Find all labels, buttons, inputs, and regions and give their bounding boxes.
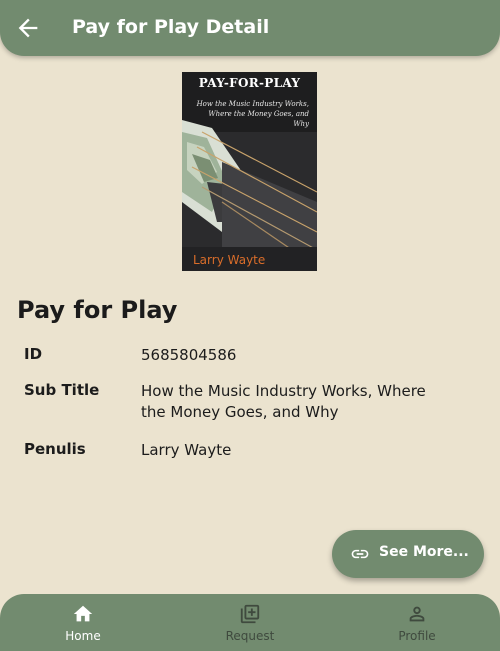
cover-title: PAY-FOR-PLAY bbox=[198, 76, 301, 90]
detail-value: How the Music Industry Works, Where the … bbox=[141, 382, 426, 421]
see-more-button[interactable]: See More... bbox=[332, 530, 484, 578]
detail-label: Penulis bbox=[24, 440, 86, 458]
link-icon bbox=[351, 549, 369, 559]
detail-value: Larry Wayte bbox=[141, 441, 232, 459]
home-icon bbox=[73, 605, 93, 622]
back-arrow-icon[interactable] bbox=[14, 14, 42, 42]
book-title: Pay for Play bbox=[17, 296, 178, 324]
see-more-label: See More... bbox=[379, 544, 469, 560]
cover-author: Larry Wayte bbox=[193, 253, 266, 267]
detail-label: ID bbox=[24, 345, 43, 363]
nav-label-request: Request bbox=[225, 629, 275, 643]
cover-subtitle: How the Music Industry Works, Where the … bbox=[196, 100, 309, 128]
nav-item-home[interactable]: Home bbox=[0, 594, 166, 651]
book-cover-image: PAY-FOR-PLAY How the Music Industry Work… bbox=[182, 72, 317, 271]
nav-item-request[interactable]: Request bbox=[167, 594, 333, 651]
nav-item-profile[interactable]: Profile bbox=[334, 594, 500, 651]
nav-label-profile: Profile bbox=[398, 629, 436, 643]
page-title: Pay for Play Detail bbox=[72, 16, 270, 38]
add-box-icon bbox=[240, 604, 260, 624]
bottom-navigation: Home Request Profile bbox=[0, 594, 500, 651]
person-icon bbox=[409, 606, 425, 622]
app-bar: Pay for Play Detail bbox=[0, 0, 500, 56]
nav-label-home: Home bbox=[65, 629, 101, 643]
detail-value: 5685804586 bbox=[141, 346, 237, 364]
detail-label: Sub Title bbox=[24, 381, 100, 399]
